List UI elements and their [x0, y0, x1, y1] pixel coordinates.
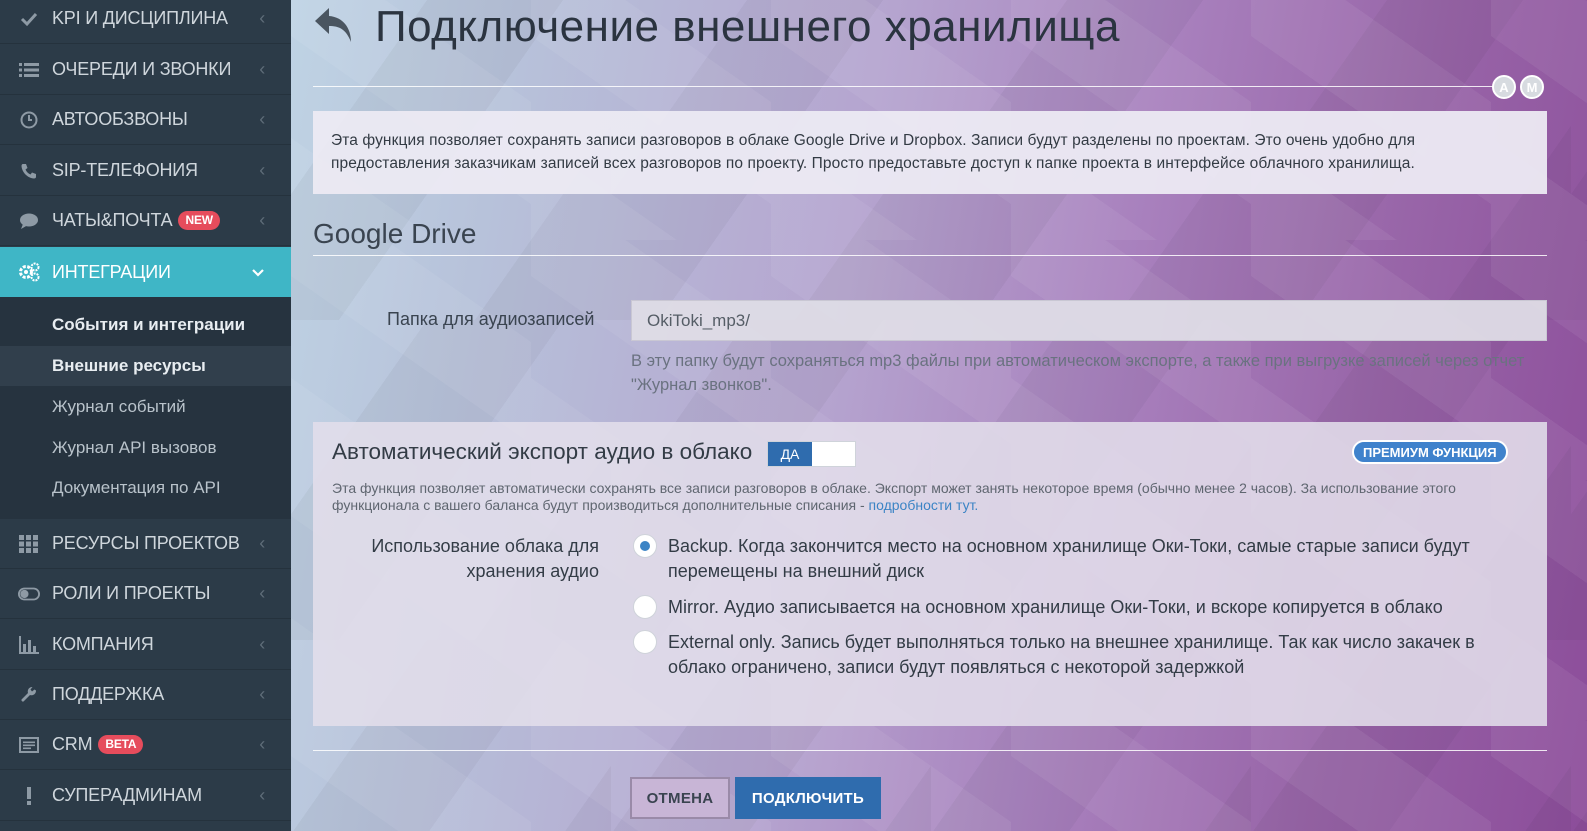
- sidebar-item-label: KPI И ДИСЦИПЛИНА: [52, 8, 228, 28]
- gears-icon: [18, 261, 40, 283]
- sidebar: KPI И ДИСЦИПЛИНА ‹ ОЧЕРЕДИ И ЗВОНКИ ‹ АВ…: [0, 0, 291, 831]
- chevron-left-icon: ‹: [259, 109, 265, 129]
- list-icon: [18, 59, 40, 81]
- section-title-google-drive: Google Drive: [313, 218, 477, 249]
- cancel-button[interactable]: ОТМЕНА: [630, 777, 730, 819]
- auto-export-description: Эта функция позволяет автоматически сохр…: [332, 480, 1528, 514]
- sidebar-item-label: РОЛИ И ПРОЕКТЫ: [52, 583, 211, 603]
- sidebar-item-queues[interactable]: ОЧЕРЕДИ И ЗВОНКИ ‹: [0, 45, 291, 95]
- sidebar-item-label: АВТООБЗВОНЫ: [52, 109, 188, 129]
- sidebar-item-superadmins[interactable]: СУПЕРАДМИНАМ ‹: [0, 771, 291, 821]
- sidebar-item-kpi[interactable]: KPI И ДИСЦИПЛИНА ‹: [0, 0, 291, 44]
- sidebar-item-label: SIP-ТЕЛЕФОНИЯ: [52, 160, 198, 180]
- folder-label: Папка для аудиозаписей: [387, 309, 595, 329]
- submenu-item-api-log[interactable]: Журнал API вызовов: [0, 428, 291, 468]
- chevron-left-icon: ‹: [259, 533, 265, 553]
- bottom-divider: [313, 750, 1547, 751]
- radio-option-mirror[interactable]: Mirror. Аудио записывается на основном х…: [633, 595, 1508, 620]
- page-title: Подключение внешнего хранилища: [375, 2, 1120, 51]
- sidebar-item-label: CRM BETA: [52, 734, 144, 755]
- radio-selected-dot: [640, 541, 650, 551]
- chevron-left-icon: ‹: [259, 634, 265, 654]
- auto-export-panel: Автоматический экспорт аудио в облако ДА…: [313, 422, 1547, 726]
- sidebar-item-project-resources[interactable]: РЕСУРСЫ ПРОЕКТОВ ‹: [0, 519, 291, 569]
- sidebar-item-support[interactable]: ПОДДЕРЖКА ‹: [0, 670, 291, 720]
- exclamation-icon: [18, 785, 40, 807]
- chevron-left-icon: ‹: [259, 734, 265, 754]
- radio-label: Backup. Когда закончится место на основн…: [668, 536, 1470, 581]
- sidebar-item-label: СУПЕРАДМИНАМ: [52, 785, 202, 805]
- submenu-item-api-docs[interactable]: Документация по API: [0, 468, 291, 508]
- chevron-left-icon: ‹: [259, 684, 265, 704]
- submenu-item-external-resources[interactable]: Внешние ресурсы: [0, 346, 291, 386]
- connect-button[interactable]: ПОДКЛЮЧИТЬ: [735, 777, 881, 819]
- back-arrow-icon[interactable]: [313, 6, 355, 46]
- card-icon: [18, 734, 40, 756]
- cloud-usage-label: Использование облака для хранения аудио: [371, 536, 599, 581]
- section-divider: [313, 255, 1547, 256]
- folder-input[interactable]: [631, 300, 1547, 341]
- integrations-submenu: События и интеграции Внешние ресурсы Жур…: [0, 297, 291, 519]
- sidebar-item-label: ИНТЕГРАЦИИ: [52, 261, 171, 282]
- auto-export-toggle[interactable]: ДА: [767, 441, 856, 467]
- sidebar-item-label: ПОДДЕРЖКА: [52, 684, 165, 704]
- wrench-icon: [18, 684, 40, 706]
- clock-icon: [18, 109, 40, 131]
- submenu-item-event-log[interactable]: Журнал событий: [0, 387, 291, 427]
- toggle-icon: [18, 583, 40, 605]
- chevron-left-icon: ‹: [259, 160, 265, 180]
- title-divider: [313, 86, 1503, 87]
- lang-switch-a[interactable]: A: [1492, 75, 1516, 99]
- beta-badge: BETA: [98, 735, 144, 754]
- radio-button[interactable]: [633, 595, 657, 619]
- sidebar-item-sip[interactable]: SIP-ТЕЛЕФОНИЯ ‹: [0, 146, 291, 196]
- main-content: Подключение внешнего хранилища A M Эта ф…: [291, 0, 1587, 831]
- radio-label: External only. Запись будет выполняться …: [668, 632, 1475, 677]
- sidebar-item-company[interactable]: КОМПАНИЯ ‹: [0, 620, 291, 670]
- radio-option-backup[interactable]: Backup. Когда закончится место на основн…: [633, 534, 1508, 584]
- folder-help-text: В эту папку будут сохраняться mp3 файлы …: [631, 352, 1525, 394]
- sidebar-item-chats[interactable]: ЧАТЫ&ПОЧТА NEW ‹: [0, 196, 291, 246]
- chevron-down-icon: [251, 262, 265, 283]
- chevron-left-icon: ‹: [259, 210, 265, 230]
- grid-icon: [18, 533, 40, 555]
- radio-button[interactable]: [633, 534, 657, 558]
- new-badge: NEW: [178, 211, 220, 230]
- chevron-left-icon: ‹: [259, 8, 265, 28]
- sidebar-item-integrations[interactable]: ИНТЕГРАЦИИ: [0, 247, 291, 297]
- sidebar-item-text: CRM: [52, 734, 93, 754]
- sidebar-item-roles[interactable]: РОЛИ И ПРОЕКТЫ ‹: [0, 569, 291, 619]
- sidebar-item-text: ЧАТЫ&ПОЧТА: [52, 210, 173, 230]
- premium-badge: ПРЕМИУМ ФУНКЦИЯ: [1352, 440, 1508, 464]
- info-box: Эта функция позволяет сохранять записи р…: [313, 111, 1547, 194]
- sidebar-item-label: КОМПАНИЯ: [52, 634, 154, 654]
- lang-switch-m[interactable]: M: [1520, 75, 1544, 99]
- chat-icon: [18, 210, 40, 232]
- sidebar-item-autocalls[interactable]: АВТООБЗВОНЫ ‹: [0, 95, 291, 145]
- sidebar-item-label: ЧАТЫ&ПОЧТА NEW: [52, 210, 220, 231]
- sidebar-item-label: ОЧЕРЕДИ И ЗВОНКИ: [52, 59, 232, 79]
- radio-label: Mirror. Аудио записывается на основном х…: [668, 597, 1443, 617]
- submenu-item-events-integrations[interactable]: События и интеграции: [0, 305, 291, 345]
- phone-icon: [18, 160, 40, 182]
- radio-option-external[interactable]: External only. Запись будет выполняться …: [633, 630, 1508, 680]
- sidebar-item-crm[interactable]: CRM BETA ‹: [0, 720, 291, 770]
- chevron-left-icon: ‹: [259, 59, 265, 79]
- check-icon: [18, 8, 40, 30]
- toggle-on-label: ДА: [768, 442, 812, 466]
- auto-export-title: Автоматический экспорт аудио в облако: [332, 439, 753, 464]
- chevron-left-icon: ‹: [259, 583, 265, 603]
- bar-chart-icon: [18, 634, 40, 656]
- sidebar-item-label: РЕСУРСЫ ПРОЕКТОВ: [52, 533, 240, 553]
- chevron-left-icon: ‹: [259, 785, 265, 805]
- details-link[interactable]: подробности тут.: [869, 497, 979, 513]
- radio-button[interactable]: [633, 630, 657, 654]
